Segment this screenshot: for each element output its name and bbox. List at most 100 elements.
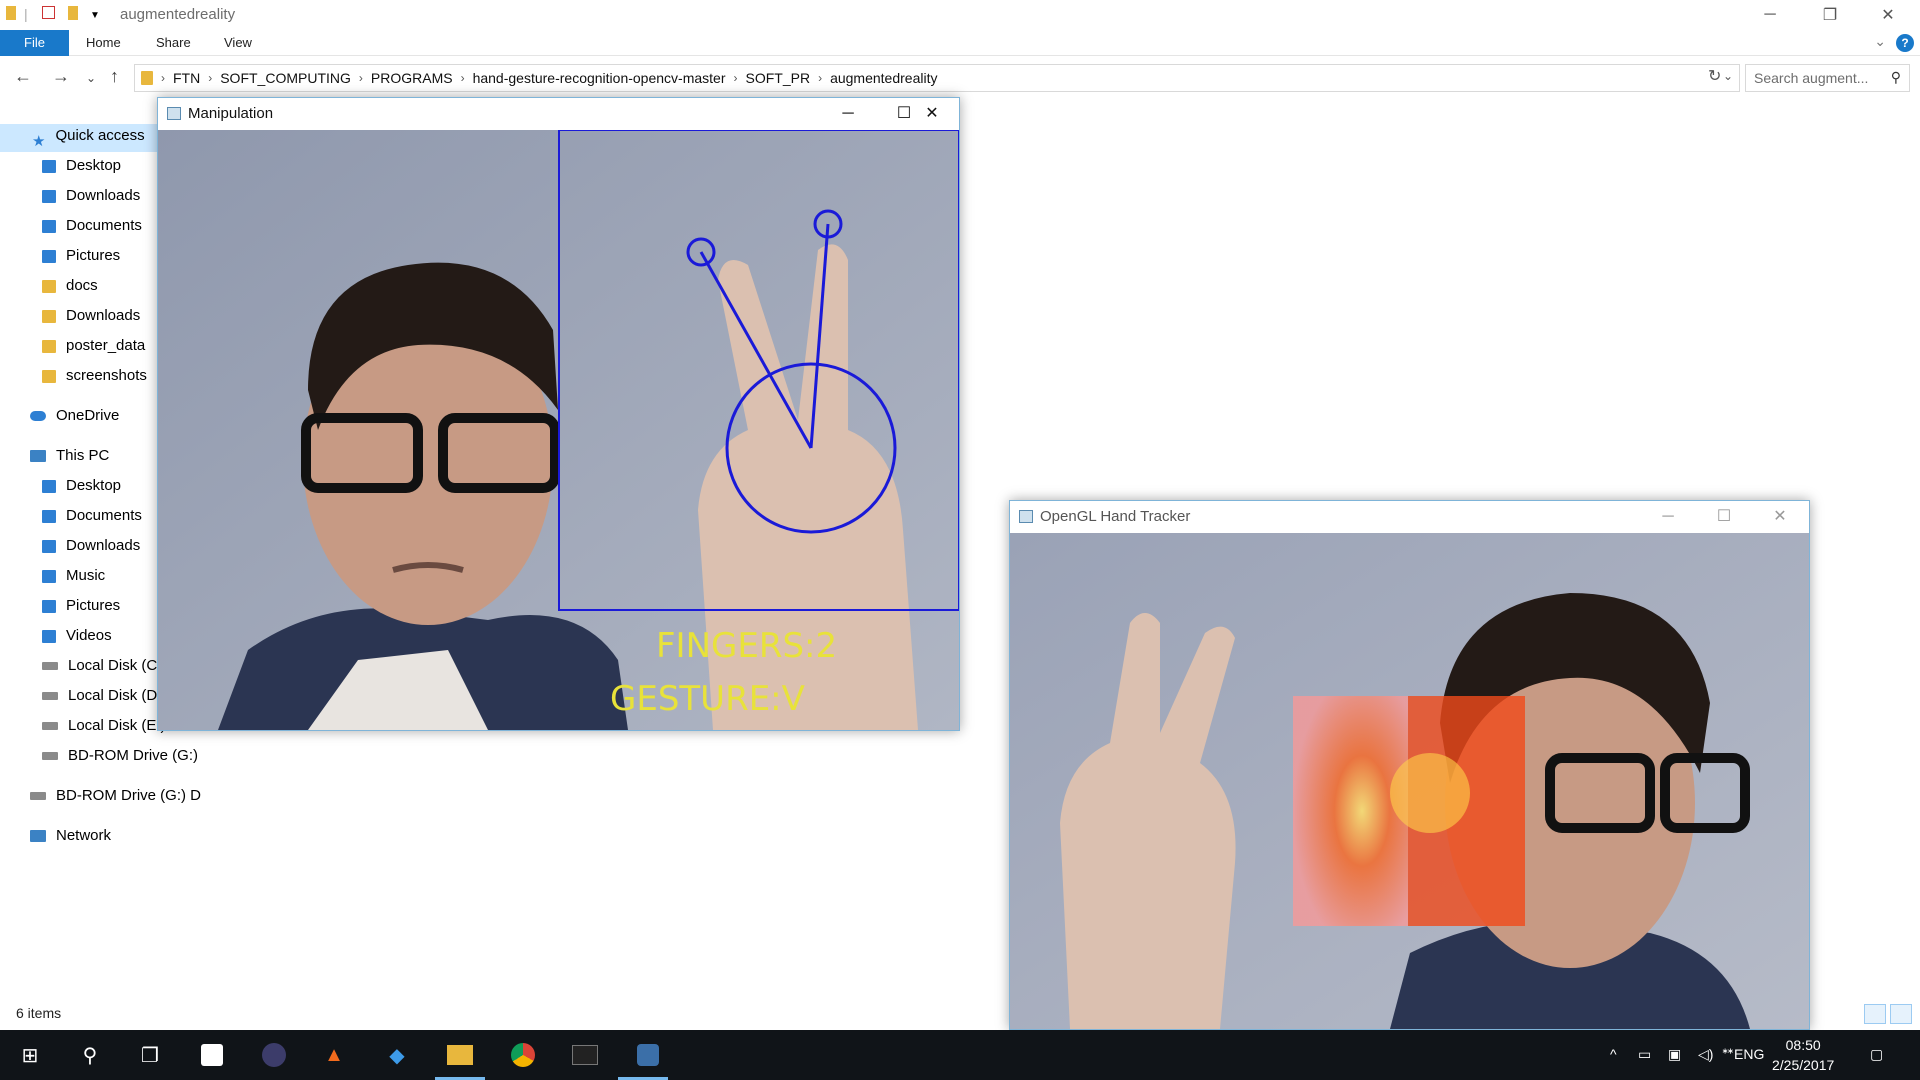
- start-button[interactable]: ⊞: [14, 1039, 46, 1071]
- optical-drive-icon: [30, 792, 46, 800]
- sidebar-item-documents[interactable]: Documents: [42, 214, 142, 238]
- clock-date: 2/25/2017: [1772, 1057, 1835, 1073]
- apps-grid-icon[interactable]: [196, 1039, 228, 1071]
- manipulation-title: Manipulation: [188, 105, 274, 122]
- sidebar-item-desktop[interactable]: Desktop: [42, 154, 121, 178]
- sidebar-item-label: poster_data: [66, 337, 146, 354]
- input-indicator-icon[interactable]: ᕯ: [1722, 1046, 1734, 1063]
- terminal-icon[interactable]: [569, 1039, 601, 1071]
- sidebar-item-onedrive[interactable]: OneDrive: [30, 404, 119, 428]
- breadcrumb-augmentedreality[interactable]: augmentedreality: [824, 70, 943, 86]
- sidebar-item-local-disk-d[interactable]: Local Disk (D:): [42, 684, 166, 708]
- desktop-icon: [42, 479, 56, 493]
- optical-drive-icon: [42, 752, 58, 760]
- sidebar-item-bd-rom-root[interactable]: BD-ROM Drive (G:) D: [30, 784, 201, 808]
- manipulation-window[interactable]: Manipulation ─ ☐ ✕ FINGERS:2 GESTURE:V: [157, 97, 960, 731]
- battery-icon[interactable]: ▭: [1638, 1046, 1651, 1063]
- breadcrumb-programs[interactable]: PROGRAMS: [365, 70, 459, 86]
- tab-view[interactable]: View: [210, 30, 266, 56]
- address-bar[interactable]: › FTN › SOFT_COMPUTING › PROGRAMS › hand…: [134, 64, 1740, 92]
- volume-icon[interactable]: ◁): [1698, 1046, 1713, 1063]
- new-folder-icon[interactable]: [68, 6, 78, 23]
- back-button[interactable]: ←: [14, 66, 32, 87]
- sidebar-item-network[interactable]: Network: [30, 824, 111, 848]
- sidebar-item-poster-data[interactable]: poster_data: [42, 334, 145, 358]
- minimize-button[interactable]: ─: [1747, 0, 1793, 30]
- sidebar-item-quick-access[interactable]: ★ Quick access: [32, 124, 145, 150]
- sidebar-item-downloads-2[interactable]: Downloads: [42, 304, 140, 328]
- ribbon: File Home Share View ⌄ ?: [0, 30, 1920, 56]
- tab-home[interactable]: Home: [72, 30, 135, 56]
- webcam-frame: FINGERS:2 GESTURE:V: [158, 130, 959, 730]
- fingers-count-text: FINGERS:2: [656, 626, 837, 666]
- sidebar-item-pc-music[interactable]: Music: [42, 564, 105, 588]
- breadcrumb-hand-gesture[interactable]: hand-gesture-recognition-opencv-master: [467, 70, 732, 86]
- search-icon[interactable]: ⚲: [74, 1039, 106, 1071]
- sidebar-item-this-pc[interactable]: This PC: [30, 444, 109, 468]
- show-hidden-icons-icon[interactable]: ^: [1610, 1046, 1617, 1062]
- file-explorer-icon[interactable]: [444, 1039, 476, 1071]
- eclipse-icon[interactable]: [258, 1039, 290, 1071]
- sidebar-item-label: Quick access: [55, 127, 145, 144]
- drive-icon: [42, 722, 58, 730]
- up-button[interactable]: ↑: [110, 66, 119, 87]
- network-icon[interactable]: ▣: [1668, 1046, 1681, 1063]
- language-indicator[interactable]: ENG: [1734, 1046, 1764, 1062]
- task-view-icon[interactable]: ❐: [134, 1039, 166, 1071]
- breadcrumb-soft-pr[interactable]: SOFT_PR: [740, 70, 817, 86]
- navigation-bar: ← → ⌄ ↑ › FTN › SOFT_COMPUTING › PROGRAM…: [0, 62, 1920, 94]
- tab-share[interactable]: Share: [142, 30, 205, 56]
- search-icon: ⚲: [1890, 69, 1901, 85]
- clock[interactable]: 08:50 2/25/2017: [1772, 1035, 1834, 1075]
- opengl-window[interactable]: OpenGL Hand Tracker ─ ☐ ✕: [1009, 500, 1810, 1030]
- sidebar-item-downloads[interactable]: Downloads: [42, 184, 140, 208]
- search-placeholder: Search augment...: [1754, 70, 1869, 86]
- sidebar-item-pictures[interactable]: Pictures: [42, 244, 120, 268]
- sidebar-item-label: Downloads: [66, 187, 141, 204]
- sidebar-item-pc-videos[interactable]: Videos: [42, 624, 112, 648]
- app-icon: [1019, 510, 1033, 523]
- sidebar-item-pc-pictures[interactable]: Pictures: [42, 594, 120, 618]
- sidebar-item-pc-documents[interactable]: Documents: [42, 504, 142, 528]
- close-button[interactable]: ✕: [902, 98, 962, 130]
- forward-button[interactable]: →: [52, 66, 70, 87]
- breadcrumb-soft-computing[interactable]: SOFT_COMPUTING: [214, 70, 357, 86]
- tab-file[interactable]: File: [0, 30, 69, 56]
- minimize-button[interactable]: ─: [1640, 501, 1696, 533]
- refresh-icon[interactable]: ↻: [1708, 66, 1721, 86]
- sidebar-item-pc-desktop[interactable]: Desktop: [42, 474, 121, 498]
- visual-studio-icon[interactable]: ◆: [381, 1039, 413, 1071]
- action-center-icon[interactable]: ▢: [1870, 1046, 1883, 1063]
- expand-ribbon-icon[interactable]: ⌄: [1874, 33, 1886, 50]
- properties-icon[interactable]: [42, 6, 55, 22]
- python-icon[interactable]: [632, 1039, 664, 1071]
- chrome-icon[interactable]: [507, 1039, 539, 1071]
- maximize-button[interactable]: ☐: [1696, 501, 1752, 533]
- help-icon[interactable]: ?: [1896, 34, 1914, 52]
- recent-locations-icon[interactable]: ⌄: [86, 71, 96, 85]
- folder-icon: [42, 339, 56, 353]
- restore-button[interactable]: ❐: [1807, 0, 1853, 30]
- sidebar-item-bd-rom[interactable]: BD-ROM Drive (G:): [42, 744, 198, 768]
- close-button[interactable]: ✕: [1865, 0, 1911, 30]
- close-button[interactable]: ✕: [1752, 501, 1808, 533]
- star-icon: ★: [32, 132, 46, 150]
- music-icon: [42, 569, 56, 583]
- details-view-button[interactable]: [1864, 1004, 1886, 1024]
- matlab-icon[interactable]: ▲: [318, 1039, 350, 1071]
- sidebar-item-label: OneDrive: [56, 407, 120, 424]
- address-dropdown-icon[interactable]: ⌄: [1723, 69, 1733, 83]
- sidebar-item-label: BD-ROM Drive (G:) D: [56, 787, 201, 804]
- sidebar-item-local-disk-e[interactable]: Local Disk (E:): [42, 714, 166, 738]
- minimize-button[interactable]: ─: [820, 98, 876, 130]
- sidebar-item-screenshots[interactable]: screenshots: [42, 364, 147, 388]
- documents-icon: [42, 509, 56, 523]
- sidebar-item-docs[interactable]: docs: [42, 274, 98, 298]
- sidebar-item-local-disk-c[interactable]: Local Disk (C:): [42, 654, 166, 678]
- sidebar-item-label: Downloads: [66, 307, 141, 324]
- large-icons-view-button[interactable]: [1890, 1004, 1912, 1024]
- breadcrumb-ftn[interactable]: FTN: [167, 70, 206, 86]
- sidebar-item-pc-downloads[interactable]: Downloads: [42, 534, 140, 558]
- search-input[interactable]: Search augment... ⚲: [1745, 64, 1910, 92]
- customize-quick-access-icon[interactable]: ▼: [90, 10, 100, 21]
